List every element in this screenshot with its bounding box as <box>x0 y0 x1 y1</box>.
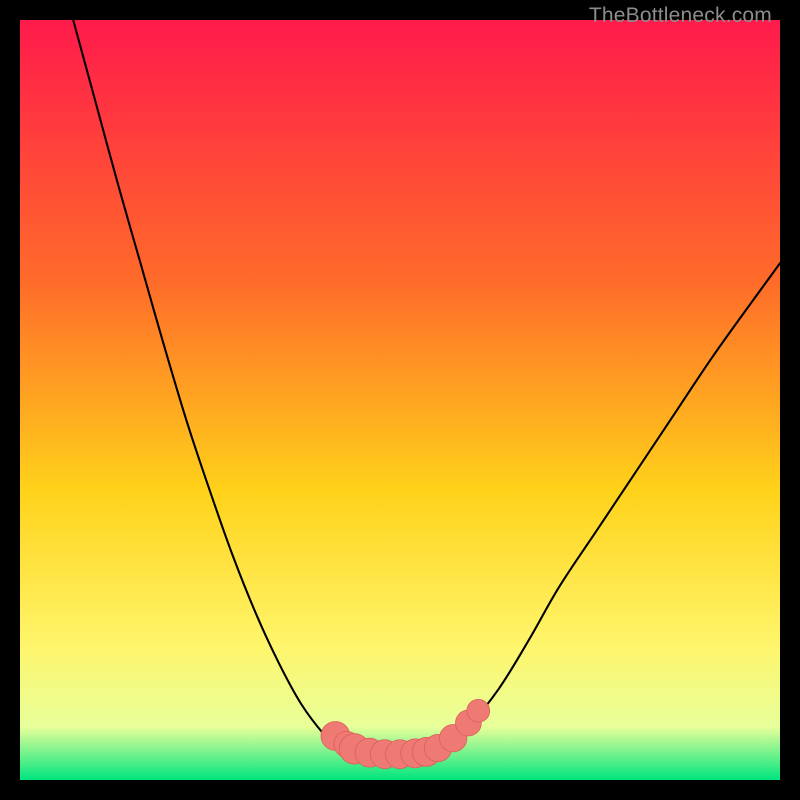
data-marker <box>467 699 490 722</box>
chart-frame <box>20 20 780 780</box>
gradient-background <box>20 20 780 780</box>
watermark-text: TheBottleneck.com <box>589 4 772 28</box>
bottleneck-chart <box>20 20 780 780</box>
